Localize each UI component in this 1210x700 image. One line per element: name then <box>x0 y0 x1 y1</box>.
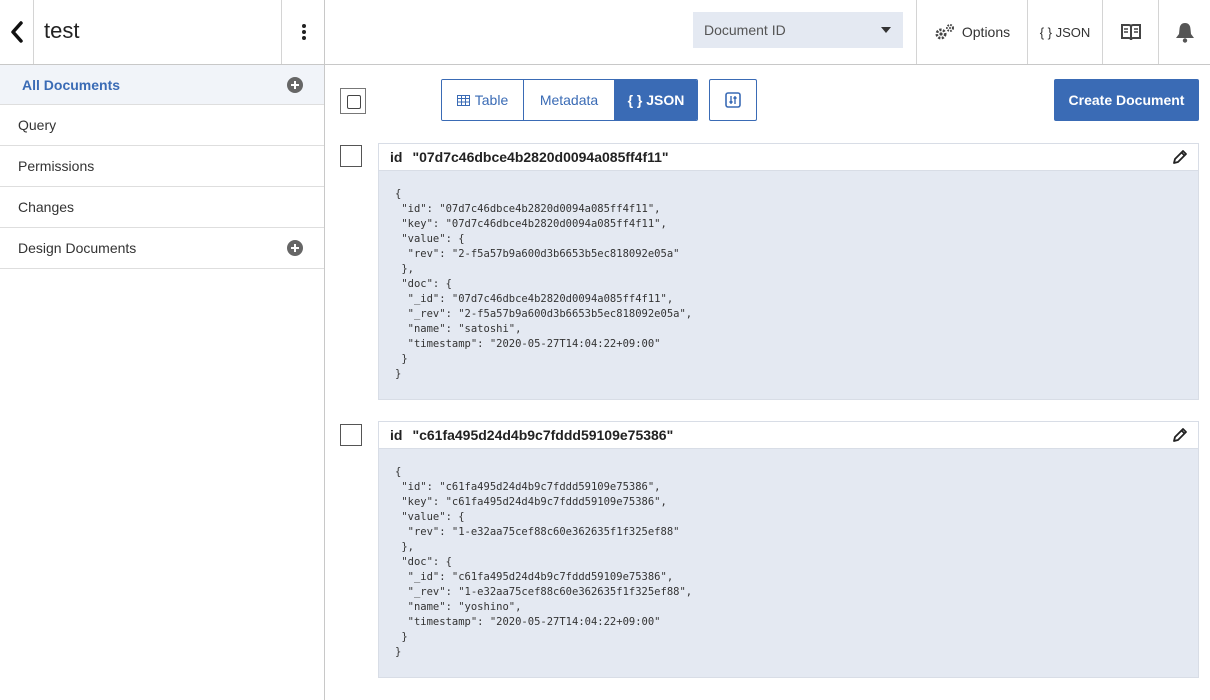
document-json: { "id": "c61fa495d24d4b9c7fddd59109e7538… <box>395 466 693 658</box>
back-button[interactable] <box>0 0 34 64</box>
table-icon <box>456 94 470 106</box>
view-table-button[interactable]: Table <box>442 80 524 120</box>
view-metadata-button[interactable]: Metadata <box>524 80 615 120</box>
chevron-left-icon <box>10 21 23 43</box>
options-label: Options <box>961 24 1011 40</box>
book-icon <box>1120 24 1141 41</box>
view-mode-toggle: Table Metadata { } JSON <box>441 79 698 121</box>
document-card: id "07d7c46dbce4b2820d0094a085ff4f11" { … <box>378 143 1199 400</box>
document-checkbox[interactable] <box>340 424 362 446</box>
header-divider <box>324 0 325 64</box>
sidebar-item-label: Changes <box>18 199 75 215</box>
document-json: { "id": "07d7c46dbce4b2820d0094a085ff4f1… <box>395 188 693 380</box>
document-id-select[interactable]: Document ID <box>693 12 903 48</box>
view-metadata-label: Metadata <box>539 92 599 108</box>
api-json-button[interactable]: { } JSON <box>1027 0 1102 64</box>
document-id-select-label: Document ID <box>704 22 786 38</box>
document-id-value: "07d7c46dbce4b2820d0094a085ff4f11" <box>412 149 669 165</box>
sidebar: All Documents Query Permissions Changes … <box>0 65 325 700</box>
sidebar-item-all-documents[interactable]: All Documents <box>0 65 324 105</box>
id-label: id <box>390 427 403 443</box>
sidebar-item-query[interactable]: Query <box>0 105 324 146</box>
sidebar-item-design-documents[interactable]: Design Documents <box>0 228 324 269</box>
sidebar-item-changes[interactable]: Changes <box>0 187 324 228</box>
bell-icon <box>1175 23 1194 43</box>
caret-down-icon <box>881 27 891 33</box>
sidebar-item-label: Permissions <box>18 158 95 174</box>
document-card-header: id "07d7c46dbce4b2820d0094a085ff4f11" <box>379 144 1198 171</box>
view-json-button[interactable]: { } JSON <box>615 80 697 120</box>
documentation-button[interactable] <box>1102 0 1158 64</box>
document-id-value: "c61fa495d24d4b9c7fddd59109e75386" <box>412 427 674 443</box>
gears-icon <box>935 24 954 40</box>
view-json-label: { } JSON <box>627 92 685 108</box>
main-content: Table Metadata { } JSON Create Document … <box>325 65 1210 700</box>
add-circle-icon[interactable] <box>287 240 303 256</box>
table-settings-button[interactable] <box>709 79 757 121</box>
top-header: test Document ID Options { } JSON <box>0 0 1210 65</box>
document-checkbox[interactable] <box>340 145 362 167</box>
select-all-checkbox[interactable] <box>340 88 366 114</box>
document-json-body: { "id": "c61fa495d24d4b9c7fddd59109e7538… <box>379 449 1198 660</box>
id-label: id <box>390 149 403 165</box>
sidebar-item-label: All Documents <box>22 76 121 93</box>
document-json-body: { "id": "07d7c46dbce4b2820d0094a085ff4f1… <box>379 171 1198 382</box>
document-card: id "c61fa495d24d4b9c7fddd59109e75386" { … <box>378 421 1199 678</box>
more-vertical-icon <box>301 24 306 40</box>
sidebar-item-label: Query <box>18 117 57 133</box>
sidebar-item-label: Design Documents <box>18 240 137 256</box>
pencil-icon[interactable] <box>1171 148 1189 166</box>
api-json-label: { } JSON <box>1039 24 1091 40</box>
add-circle-icon[interactable] <box>287 77 303 93</box>
view-table-label: Table <box>474 92 509 108</box>
sidebar-item-permissions[interactable]: Permissions <box>0 146 324 187</box>
document-card-header: id "c61fa495d24d4b9c7fddd59109e75386" <box>379 422 1198 449</box>
sliders-icon <box>725 92 741 108</box>
options-button[interactable]: Options <box>916 0 1027 64</box>
notifications-button[interactable] <box>1158 0 1210 64</box>
database-title: test <box>44 18 80 43</box>
create-document-button[interactable]: Create Document <box>1054 79 1199 121</box>
database-menu-button[interactable] <box>281 0 325 64</box>
pencil-icon[interactable] <box>1171 426 1189 444</box>
